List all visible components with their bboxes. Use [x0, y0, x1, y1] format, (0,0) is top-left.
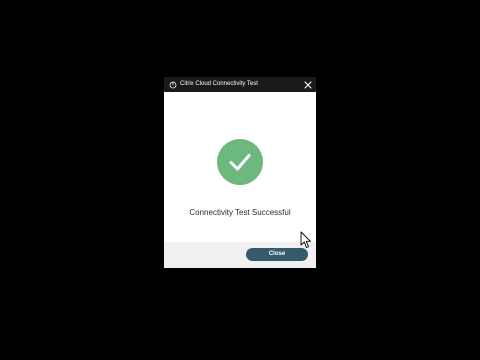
status-message: Connectivity Test Successful — [189, 208, 291, 217]
cloud-icon — [168, 80, 177, 89]
dialog-content: Connectivity Test Successful — [164, 92, 316, 242]
screen: Citrix Cloud Connectivity Test Connectiv… — [0, 0, 480, 360]
close-button[interactable]: Close — [246, 248, 308, 261]
connectivity-test-dialog: Citrix Cloud Connectivity Test Connectiv… — [164, 77, 316, 268]
mouse-pointer-icon — [300, 231, 311, 248]
dialog-title: Citrix Cloud Connectivity Test — [180, 81, 258, 87]
close-icon[interactable] — [302, 77, 314, 92]
dialog-titlebar: Citrix Cloud Connectivity Test — [164, 77, 316, 92]
dialog-footer: Close — [164, 242, 316, 268]
checkmark-icon — [229, 154, 251, 171]
success-status — [217, 139, 263, 185]
